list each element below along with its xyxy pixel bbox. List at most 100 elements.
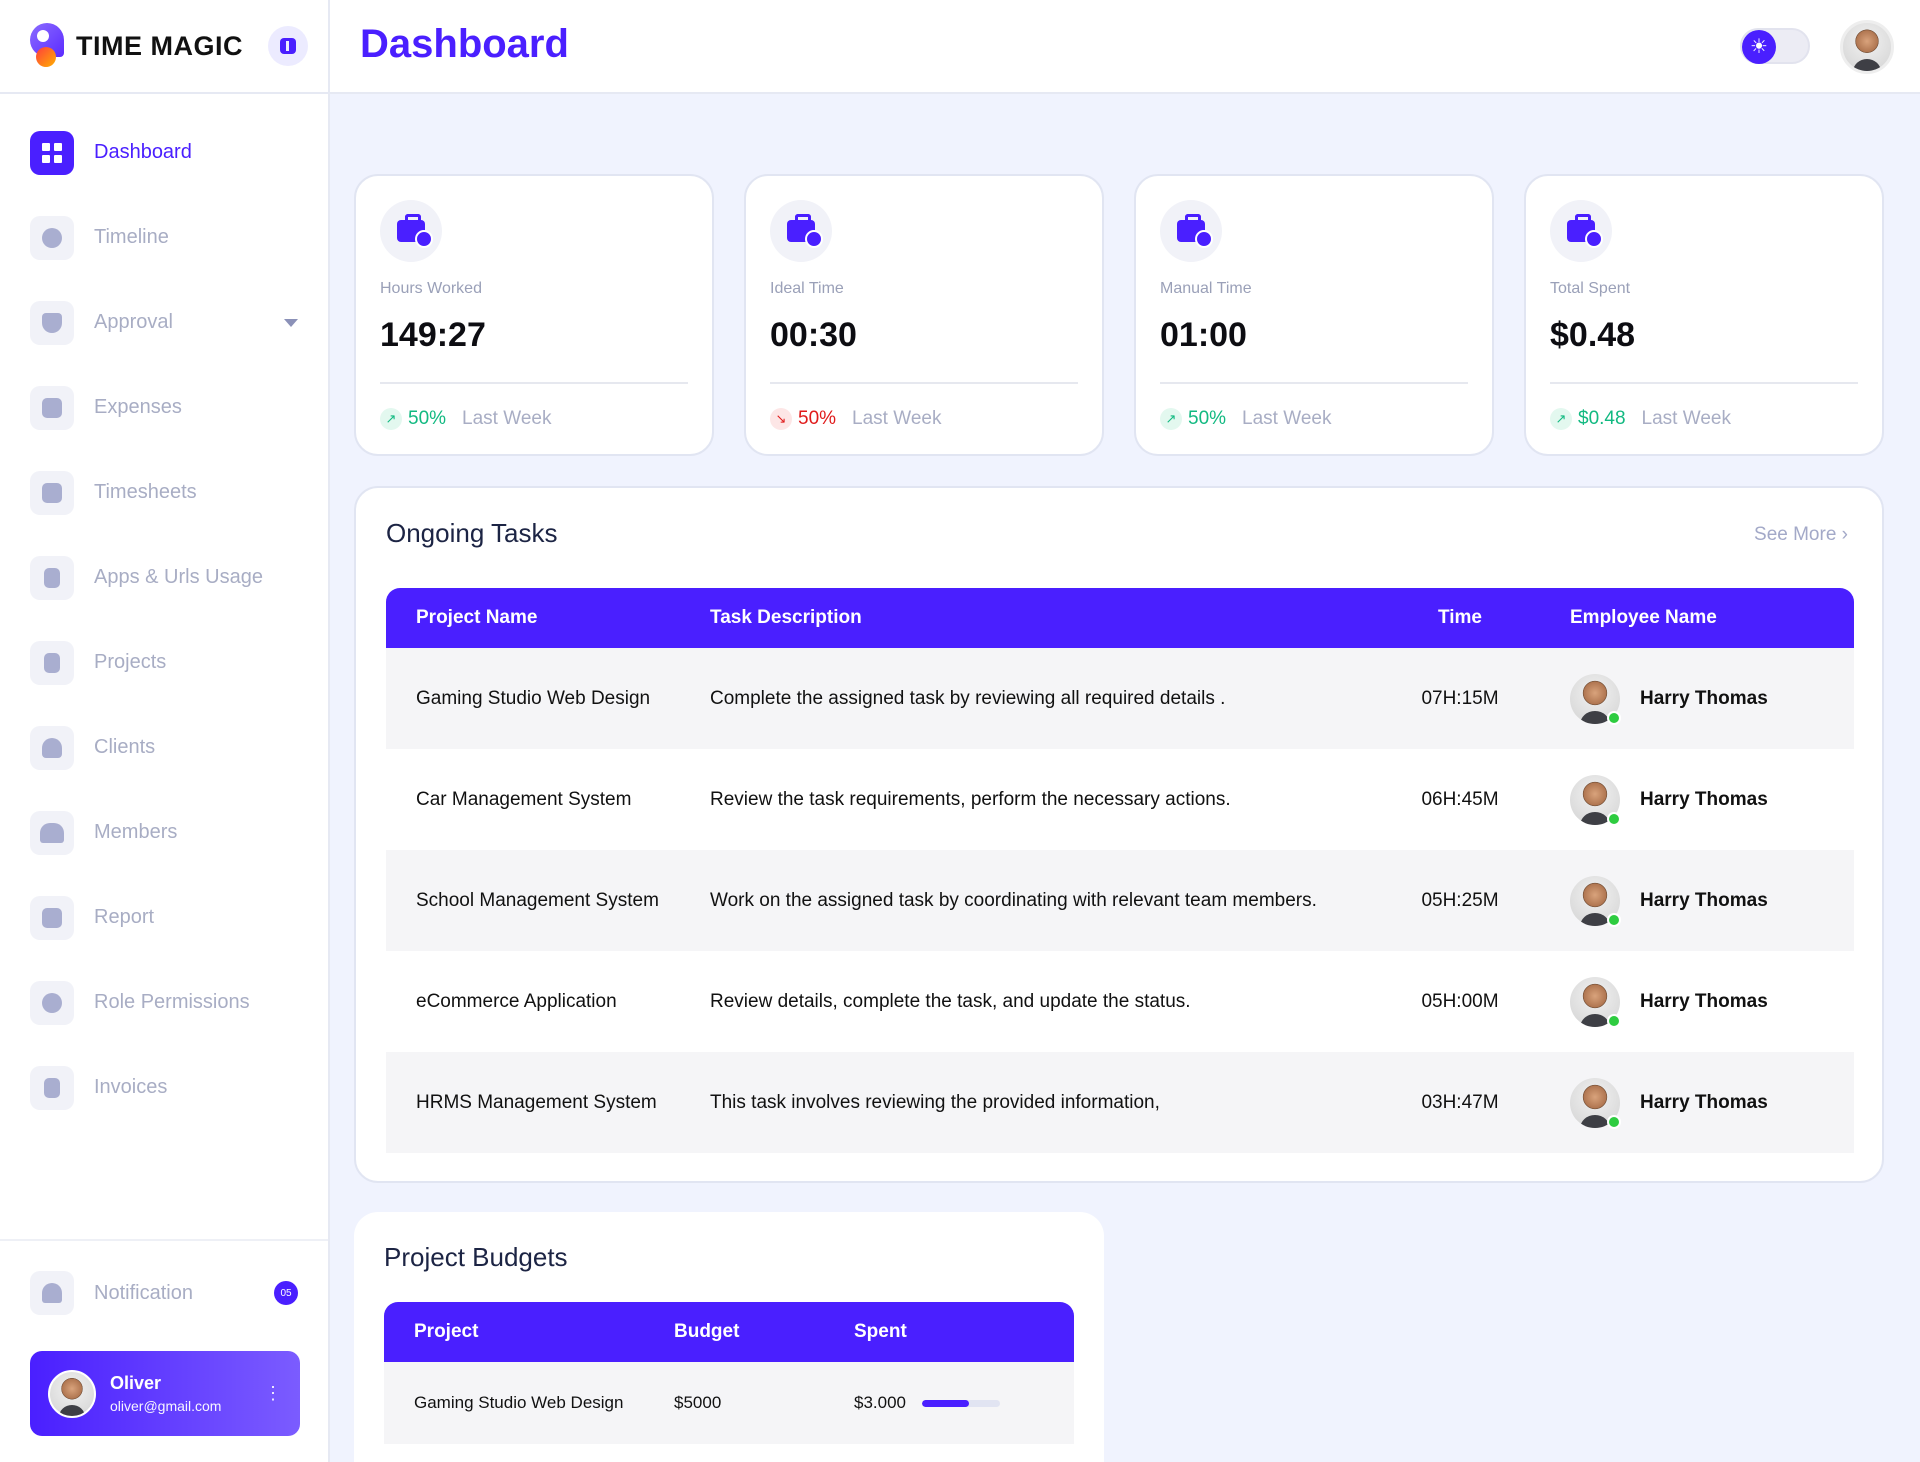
user-email: oliver@gmail.com [110,1398,222,1414]
chevron-down-icon[interactable] [284,318,298,327]
sidebar-item-label: Approval [94,311,173,333]
sidebar-item-label: Timesheets [94,481,197,503]
budget-project-name: Gaming Studio Web Design [414,1393,624,1412]
brand-header: TIME MAGIC [0,0,328,94]
sidebar-item-role-permissions[interactable]: Role Permissions [0,960,328,1045]
document-icon [30,640,74,685]
spent-cell: $3.000 [854,1393,1074,1413]
employee-name: Harry Thomas [1640,889,1768,911]
table-row[interactable]: Gaming Studio Web Design Complete the as… [386,648,1854,749]
stat-trend: ↗ $0.48 Last Week [1550,408,1731,430]
sidebar-collapse-button[interactable] [268,26,308,66]
task-time: 06H:45M [1421,788,1499,810]
see-more-link[interactable]: See More › [1754,524,1848,546]
employee-cell: Harry Thomas [1520,673,1854,725]
stat-label: Hours Worked [380,280,482,297]
budget-amount: $5000 [674,1393,722,1412]
column-header: Time [1437,607,1482,628]
online-status-dot [1607,912,1621,927]
sidebar-footer: Notification 05 Oliver oliver@gmail.com … [0,1239,328,1462]
sidebar-item-label: Clients [94,736,156,758]
stat-period: Last Week [1242,408,1332,429]
employee-avatar [1570,673,1621,725]
header-avatar[interactable] [1840,20,1894,74]
table-row[interactable]: Car Management System Review the task re… [386,749,1854,850]
stat-period: Last Week [852,408,942,429]
sidebar-item-label: Expenses [94,396,182,418]
user-avatar [48,1369,96,1418]
wallet-icon [30,385,74,430]
user-profile-card[interactable]: Oliver oliver@gmail.com ⋮ [30,1351,300,1436]
sidebar-item-dashboard[interactable]: Dashboard [0,110,328,195]
employee-cell: Harry Thomas [1520,774,1854,826]
table-row[interactable]: School Management System Work on the ass… [386,850,1854,951]
task-time: 05H:25M [1421,889,1499,911]
table-row[interactable]: eCommerce Application Review details, co… [386,951,1854,1052]
employee-name: Harry Thomas [1640,687,1768,709]
theme-toggle[interactable]: ☀ [1740,28,1810,64]
section-title: Ongoing Tasks [386,518,558,548]
stat-value: 01:00 [1160,316,1247,354]
trend-down-icon: ↘ [770,408,792,430]
briefcase-clock-icon [380,200,442,262]
sidebar-item-label: Role Permissions [94,991,250,1013]
employee-name: Harry Thomas [1640,1091,1768,1113]
page-title: Dashboard [360,22,569,66]
section-title: Project Budgets [384,1242,568,1272]
invoice-icon [30,1065,74,1110]
stat-value: 00:30 [770,316,857,354]
stat-card-hours-worked: Hours Worked 149:27 ↗ 50% Last Week [354,174,714,456]
sidebar-item-expenses[interactable]: Expenses [0,365,328,450]
stat-period: Last Week [462,408,552,429]
stat-card-manual-time: Manual Time 01:00 ↗ 50% Last Week [1134,174,1494,456]
user-name: Oliver [110,1373,162,1393]
stat-change: $0.48 [1578,408,1626,429]
project-name: Car Management System [416,788,632,810]
task-description: Review details, complete the task, and u… [710,990,1191,1012]
stat-period: Last Week [1641,408,1731,429]
stat-value: 149:27 [380,316,486,354]
sidebar-item-label: Timeline [94,226,169,248]
sidebar-item-label: Dashboard [94,141,192,163]
chevron-right-icon: › [1841,524,1848,545]
project-name: HRMS Management System [416,1091,657,1113]
sidebar-item-invoices[interactable]: Invoices [0,1045,328,1130]
spent-amount: $3.000 [854,1393,906,1412]
employee-avatar [1570,1077,1621,1129]
project-budgets-panel: Project Budgets Project Budget Spent Gam… [354,1212,1104,1462]
task-time: 05H:00M [1421,990,1499,1012]
more-options-icon[interactable]: ⋮ [264,1383,282,1404]
column-header: Budget [674,1321,740,1342]
sidebar-item-clients[interactable]: Clients [0,705,328,790]
divider [770,382,1078,384]
sidebar-item-apps-urls-usage[interactable]: Apps & Urls Usage [0,535,328,620]
see-more-label: See More [1754,524,1837,545]
time-magic-logo [30,23,64,69]
task-time: 07H:15M [1421,687,1499,709]
table-header: Project Name Task Description Time Emplo… [386,588,1854,648]
collapse-icon [280,38,296,54]
sidebar-item-timeline[interactable]: Timeline [0,195,328,280]
ongoing-tasks-table: Project Name Task Description Time Emplo… [386,588,1854,1153]
online-status-dot [1607,1114,1621,1129]
stat-trend: ↗ 50% Last Week [380,408,551,430]
sidebar-item-projects[interactable]: Projects [0,620,328,705]
sidebar-item-report[interactable]: Report [0,875,328,960]
file-icon [30,555,74,600]
divider [1160,382,1468,384]
employee-cell: Harry Thomas [1520,976,1854,1028]
sidebar-item-members[interactable]: Members [0,790,328,875]
online-status-dot [1607,811,1621,826]
employee-avatar [1570,976,1621,1028]
divider [1550,382,1858,384]
sidebar-item-timesheets[interactable]: Timesheets [0,450,328,535]
column-header: Project Name [416,607,538,628]
sidebar-item-notification[interactable]: Notification 05 [30,1271,298,1315]
brand-name: TIME MAGIC [76,30,243,61]
task-description: This task involves reviewing the provide… [710,1091,1160,1113]
column-header: Employee Name [1570,607,1717,628]
sidebar-item-approval[interactable]: Approval [0,280,328,365]
table-row[interactable]: HRMS Management System This task involve… [386,1052,1854,1153]
online-status-dot [1607,710,1621,725]
table-row[interactable]: Gaming Studio Web Design $5000 $3.000 [384,1362,1074,1444]
